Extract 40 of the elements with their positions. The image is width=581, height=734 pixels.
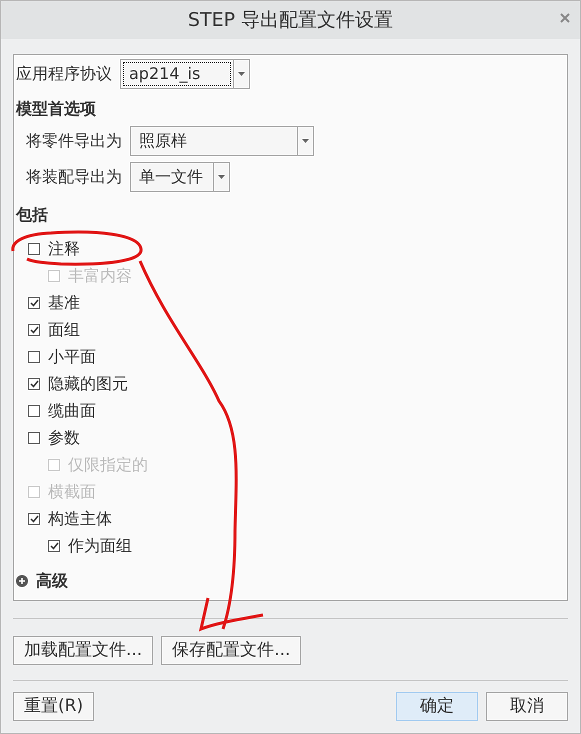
checkbox-label: 丰富内容 <box>68 264 132 286</box>
checkbox[interactable] <box>28 432 40 444</box>
checkbox[interactable] <box>28 404 40 416</box>
checkbox-label: 面组 <box>48 318 80 340</box>
option-dropdown[interactable]: 照原样 <box>130 126 314 156</box>
checkbox[interactable] <box>28 242 40 254</box>
field-label: 将零件导出为 <box>26 130 122 152</box>
protocol-dropdown[interactable]: ap214_is <box>120 59 250 89</box>
checkbox-label: 缆曲面 <box>48 400 96 422</box>
checkbox[interactable] <box>28 324 40 336</box>
caret-icon <box>218 175 225 179</box>
checkbox-label: 小平面 <box>48 346 96 368</box>
expand-icon[interactable] <box>16 575 28 587</box>
dialog-button[interactable]: 取消 <box>486 692 568 721</box>
checkbox-label: 参数 <box>48 426 80 448</box>
checkbox[interactable] <box>28 296 40 308</box>
reset-button[interactable]: 重置(R) <box>13 692 94 721</box>
caret-icon <box>302 139 309 143</box>
checkbox-label: 横截面 <box>48 480 96 502</box>
window-title: STEP 导出配置文件设置 <box>188 8 394 33</box>
checkbox-label: 构造主体 <box>48 508 112 530</box>
section-heading: 包括 <box>16 204 49 226</box>
checkbox-label: 仅限指定的 <box>68 454 148 476</box>
checkbox-label: 基准 <box>48 292 80 314</box>
field-label: 将装配导出为 <box>26 166 122 188</box>
checkbox[interactable] <box>48 540 60 552</box>
checkbox-label: 作为面组 <box>68 534 132 556</box>
field-label: 应用程序协议 <box>16 63 112 85</box>
checkbox-label: 隐藏的图元 <box>48 372 128 394</box>
checkbox-label: 注释 <box>48 238 80 260</box>
checkbox[interactable] <box>28 350 40 362</box>
caret-icon <box>238 72 245 76</box>
dialog-button[interactable]: 确定 <box>396 692 478 721</box>
section-heading: 高级 <box>36 570 68 592</box>
option-dropdown[interactable]: 单一文件 <box>130 162 230 192</box>
checkbox[interactable] <box>28 512 40 524</box>
profile-button[interactable]: 保存配置文件... <box>161 636 302 665</box>
section-heading: 模型首选项 <box>16 98 97 120</box>
profile-button[interactable]: 加载配置文件... <box>13 636 154 665</box>
checkbox[interactable] <box>28 378 40 390</box>
